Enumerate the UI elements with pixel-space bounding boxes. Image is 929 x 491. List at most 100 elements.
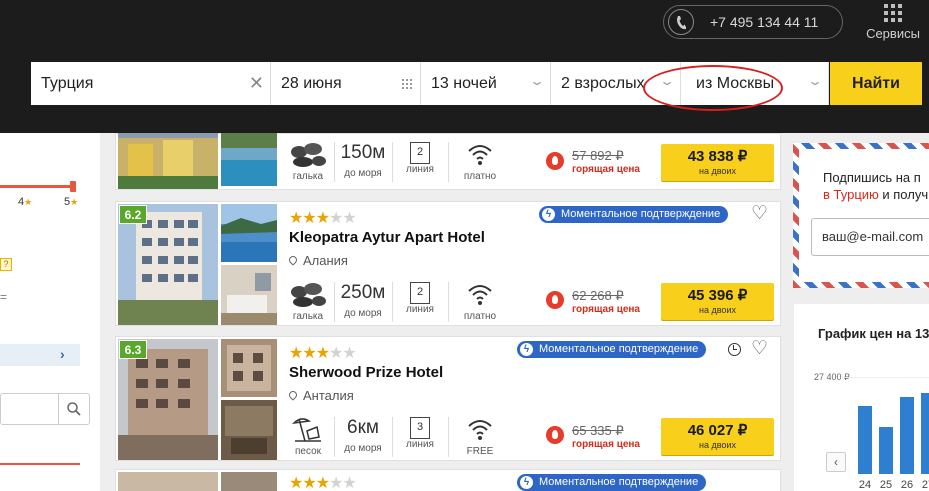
- chart-bar[interactable]: [858, 405, 872, 474]
- chevron-down-icon: ⌄: [528, 74, 546, 88]
- feature-divider: [334, 282, 335, 322]
- fire-icon: [546, 426, 564, 444]
- rating-slider-track[interactable]: [0, 185, 74, 188]
- rating-tick-4: 4★: [18, 196, 33, 208]
- hotel-card[interactable]: 6.3 ★★★★★ Sherwood Prize Hotel Анталия ϟ…: [115, 336, 781, 461]
- top-header: +7 495 134 44 11 Сервисы Турция ✕ 28 июн…: [0, 0, 929, 133]
- pebble-beach-icon: [291, 283, 326, 307]
- features-row: галька 250м до моря 2 линия платно: [288, 280, 518, 324]
- old-price: 65 335 ₽: [572, 423, 624, 438]
- hotel-photo-small[interactable]: [221, 472, 277, 491]
- line-feature: 2 линия: [400, 140, 440, 175]
- favorite-heart-icon[interactable]: ♡: [751, 204, 768, 224]
- hotel-photo-room[interactable]: [221, 265, 277, 325]
- search-button[interactable]: Найти: [830, 62, 922, 105]
- chart-title: График цен на 13: [818, 326, 929, 341]
- hotel-card[interactable]: ★★★★★ ϟ Моментальное подтверждение: [115, 469, 781, 491]
- rating-tick-5: 5★: [64, 196, 79, 208]
- clock-icon: [728, 343, 741, 356]
- wifi-feature: FREE: [458, 415, 502, 457]
- equals-sign: =: [0, 290, 8, 304]
- feature-divider: [392, 282, 393, 322]
- hotel-card[interactable]: 6.2 ★★★★★ Kleopatra Aytur Apart Hotel Ал…: [115, 201, 781, 326]
- chart-bar[interactable]: [921, 393, 929, 474]
- hotel-photo-lobby[interactable]: [221, 400, 277, 460]
- price-slider-track[interactable]: [0, 463, 80, 465]
- feature-divider: [334, 417, 335, 457]
- lightning-icon: ϟ: [542, 208, 555, 221]
- search-icon[interactable]: [66, 401, 82, 422]
- subscribe-text: Подпишись на п в Турцию и получ: [823, 169, 928, 203]
- subscribe-link[interactable]: в Турцию: [823, 187, 879, 202]
- wifi-icon: [468, 285, 492, 305]
- instant-confirmation-badge: ϟ Моментальное подтверждение: [539, 206, 729, 223]
- wifi-icon: [468, 420, 492, 440]
- fire-icon: [546, 291, 564, 309]
- chevron-down-icon: ⌄: [806, 74, 824, 88]
- chevron-down-icon: ⌄: [658, 74, 676, 88]
- location-pin-icon: [287, 389, 299, 401]
- hotel-name[interactable]: Kleopatra Aytur Apart Hotel: [289, 229, 485, 246]
- features-row: галька 150м до моря 2 линия платно: [288, 140, 518, 184]
- hotel-photo-facade[interactable]: [221, 339, 277, 397]
- departure-field[interactable]: из Москвы ⌄: [681, 62, 829, 105]
- feature-divider: [448, 282, 449, 322]
- old-price: 57 892 ₽: [572, 148, 624, 163]
- lightning-icon: ϟ: [520, 343, 533, 356]
- chart-gridline: [842, 377, 929, 378]
- rating-slider-handle[interactable]: [70, 181, 76, 192]
- chart-x-label: 26: [900, 479, 914, 491]
- guests-field[interactable]: 2 взрослых ⌄: [551, 62, 681, 105]
- subscribe-line-1: Подпишись на п: [823, 170, 921, 185]
- phone-icon: [668, 9, 694, 35]
- chart-prev-button[interactable]: ‹: [826, 452, 846, 472]
- hotel-photo-sea[interactable]: [221, 204, 277, 262]
- country-field[interactable]: Турция ✕: [31, 62, 271, 105]
- rating-badge: 6.3: [119, 340, 147, 359]
- distance-feature: 250м до моря: [340, 282, 386, 319]
- location-pin-icon: [287, 254, 299, 266]
- phone-number[interactable]: +7 495 134 44 11: [710, 14, 818, 30]
- hotel-name[interactable]: Sherwood Prize Hotel: [289, 364, 443, 381]
- country-value: Турция: [41, 75, 94, 92]
- price-chart-widget: График цен на 13 27 400 ₽ ‹ 2425262728: [794, 304, 929, 491]
- nights-field[interactable]: 13 ночей ⌄: [421, 62, 551, 105]
- hotel-card[interactable]: галька 150м до моря 2 линия платно 57 89…: [115, 68, 781, 190]
- favorite-heart-icon[interactable]: ♡: [751, 339, 768, 359]
- help-icon[interactable]: ?: [0, 258, 12, 271]
- guests-value: 2 взрослых: [561, 75, 645, 92]
- chevron-right-icon[interactable]: ›: [60, 346, 65, 362]
- feature-divider: [448, 417, 449, 457]
- hotel-photo-pool[interactable]: [221, 132, 277, 186]
- price-button[interactable]: 43 838 ₽ на двоих: [661, 144, 774, 181]
- email-field[interactable]: ваш@e-mail.com: [811, 218, 929, 256]
- clear-icon[interactable]: ✕: [249, 74, 264, 92]
- old-price: 62 268 ₽: [572, 288, 624, 303]
- beach-feature: галька: [288, 280, 328, 322]
- hot-price-label: горящая цена: [572, 304, 640, 315]
- hotel-photo[interactable]: [118, 472, 218, 491]
- rating-badge: 6.2: [119, 205, 147, 224]
- price-button[interactable]: 46 027 ₽ на двоих: [661, 418, 774, 455]
- date-field[interactable]: 28 июня: [271, 62, 421, 105]
- hotel-location[interactable]: Алания: [287, 253, 348, 268]
- price-button[interactable]: 45 396 ₽ на двоих: [661, 283, 774, 320]
- grid-icon: [884, 4, 902, 22]
- chart-bar[interactable]: [900, 396, 914, 474]
- line-feature: 3 линия: [400, 415, 440, 450]
- chart-bar[interactable]: [879, 427, 893, 474]
- phone-pill[interactable]: +7 495 134 44 11: [663, 5, 843, 39]
- services-menu[interactable]: Сервисы: [858, 4, 928, 41]
- star-rating: ★★★★★: [289, 210, 357, 227]
- date-value: 28 июня: [281, 75, 342, 92]
- calendar-icon: [402, 79, 412, 89]
- hotel-location[interactable]: Анталия: [287, 388, 354, 403]
- feature-divider: [392, 417, 393, 457]
- instant-confirmation-badge: ϟ Моментальное подтверждение: [517, 341, 707, 358]
- distance-feature: 6км до моря: [344, 417, 382, 454]
- feature-divider: [392, 142, 393, 182]
- feature-divider: [334, 142, 335, 182]
- beach-feature: галька: [288, 140, 328, 182]
- filter-collapse-row[interactable]: [0, 344, 80, 366]
- features-row: песок 6км до моря 3 линия FREE: [288, 415, 518, 459]
